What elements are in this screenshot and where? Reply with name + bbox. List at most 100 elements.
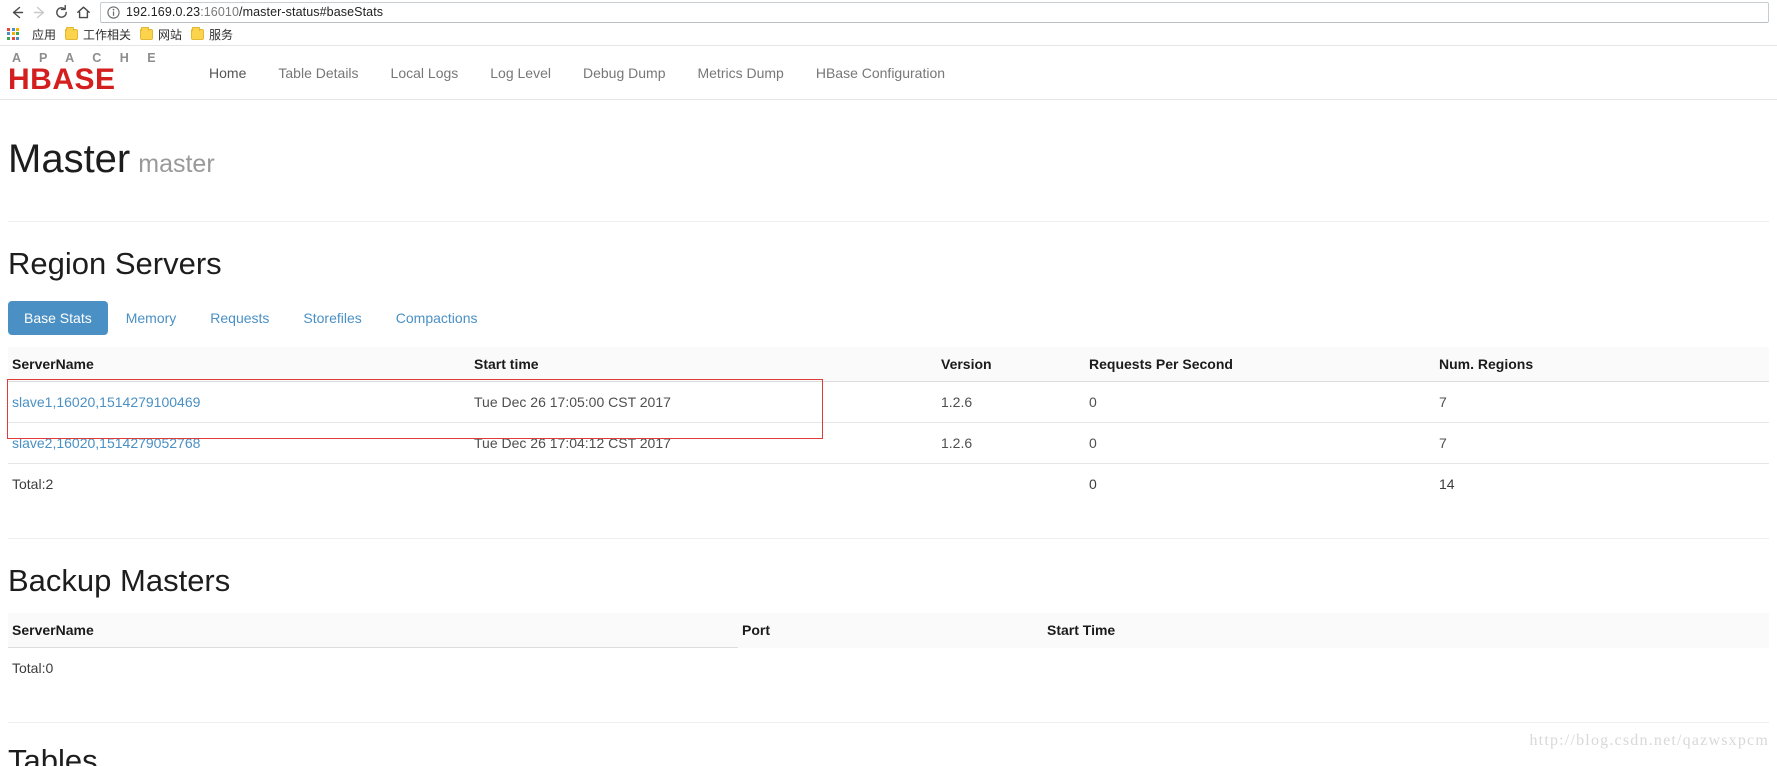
bookmark-label: 工作相关 [83,28,132,42]
cell-servername: slave2,16020,1514279052768 [8,422,470,464]
column-header-servername: ServerName [8,347,470,382]
main-container: Master master Region Servers Base Stats M… [0,136,1777,766]
tab-label[interactable]: Base Stats [8,301,108,335]
url-port: :16010 [200,5,240,19]
nav-link-label[interactable]: Metrics Dump [681,55,799,91]
home-icon[interactable] [72,1,94,23]
nav-item-hbase-configuration[interactable]: HBase Configuration [800,55,961,91]
tab-requests[interactable]: Requests [194,301,285,335]
nav-link-label[interactable]: Local Logs [375,55,475,91]
tab-label[interactable]: Memory [110,301,193,335]
page-content: A P A C H E HBASE Home Table Details Loc… [0,46,1777,766]
nav-link-label[interactable]: HBase Configuration [800,55,961,91]
watermark-text: http://blog.csdn.net/qazwsxpcm [1529,732,1769,749]
table-header-row: ServerName Port Start Time [8,613,1769,648]
page-title: Master master [8,136,1769,187]
info-circle-icon[interactable] [107,5,120,19]
cell-rps: 0 [1085,422,1435,464]
bookmark-item-services[interactable]: 服务 [189,25,240,45]
column-header-num-regions: Num. Regions [1435,347,1769,382]
cell-num-regions: 7 [1435,422,1769,464]
logo-hbase-text: HBASE [8,63,116,96]
cell-total-label: Total:0 [12,660,54,676]
table-total-row: Total:2 0 14 [8,464,1769,505]
address-bar-url: 192.169.0.23:16010/master-status#baseSta… [126,5,383,19]
bookmark-item-apps[interactable]: 应用 [30,25,63,45]
tab-memory[interactable]: Memory [110,301,193,335]
cell-empty-port [738,648,1043,689]
cell-start-time: Tue Dec 26 17:05:00 CST 2017 [470,381,937,423]
nav-link-label[interactable]: Table Details [262,55,374,91]
browser-chrome: 192.169.0.23:16010/master-status#baseSta… [0,0,1777,46]
cell-start-time: Tue Dec 26 17:04:12 CST 2017 [470,422,937,464]
browser-toolbar: 192.169.0.23:16010/master-status#baseSta… [0,0,1777,24]
tab-base-stats[interactable]: Base Stats [8,301,108,335]
server-link[interactable]: slave1,16020,1514279100469 [12,394,200,410]
table-total-row: Total:0 [8,648,1769,689]
url-path: /master-status#baseStats [239,5,384,19]
cell-rps: 0 [1085,381,1435,423]
table-header-row: ServerName Start time Version Requests P… [8,347,1769,382]
bookmark-label: 应用 [32,28,57,42]
nav-link-label[interactable]: Debug Dump [567,55,682,91]
tab-label[interactable]: Compactions [380,301,494,335]
cell-num-regions: 7 [1435,381,1769,423]
table-row: slave1,16020,1514279100469 Tue Dec 26 17… [8,381,1769,423]
tab-label[interactable]: Requests [194,301,285,335]
table-head: ServerName Port Start Time [8,613,1769,648]
folder-icon [191,27,205,40]
nav-item-log-level[interactable]: Log Level [474,55,567,91]
server-link[interactable]: slave2,16020,1514279052768 [12,435,200,451]
column-header-start-time: Start Time [1043,613,1769,648]
bookmark-item-work[interactable]: 工作相关 [63,25,138,45]
page-subtitle-text: master [138,150,215,178]
bookmark-item-sites[interactable]: 网站 [138,25,189,45]
url-host: 192.169.0.23 [126,5,201,19]
apps-grid-icon[interactable] [7,27,21,42]
nav-item-table-details[interactable]: Table Details [262,55,374,91]
bookmark-label: 网站 [158,28,183,42]
cell-total-label: Total:2 [12,476,54,492]
backup-masters-table: ServerName Port Start Time Total:0 [8,613,1769,688]
cell-servername: slave1,16020,1514279100469 [8,381,470,423]
back-arrow-icon[interactable] [6,1,28,23]
nav-item-debug-dump[interactable]: Debug Dump [567,55,682,91]
region-servers-table: ServerName Start time Version Requests P… [8,347,1769,504]
cell-total-version [937,464,1085,505]
tab-compactions[interactable]: Compactions [380,301,494,335]
cell-total-start-time [470,464,937,505]
table-body: slave1,16020,1514279100469 Tue Dec 26 17… [8,381,1769,505]
tab-storefiles[interactable]: Storefiles [287,301,377,335]
folder-icon [65,27,79,40]
column-header-rps: Requests Per Second [1085,347,1435,382]
cell-empty-start-time [1043,648,1769,689]
cell-version: 1.2.6 [937,381,1085,423]
nav-link-label[interactable]: Home [193,55,262,91]
nav-item-home[interactable]: Home [193,55,262,91]
forward-arrow-icon[interactable] [28,1,50,23]
section-divider [8,538,1769,539]
column-header-port: Port [738,613,1043,648]
column-header-start-time: Start time [470,347,937,382]
column-header-version: Version [937,347,1085,382]
hbase-nav-links: Home Table Details Local Logs Log Level … [193,55,961,91]
folder-icon [140,27,154,40]
nav-link-label[interactable]: Log Level [474,55,567,91]
section-divider [8,722,1769,723]
bookmarks-bar: 应用 工作相关 网站 服务 [0,24,1777,46]
table-body: Total:0 [8,648,1769,689]
table-head: ServerName Start time Version Requests P… [8,347,1769,382]
hbase-logo[interactable]: A P A C H E HBASE [8,52,163,95]
cell-total-rps: 0 [1089,476,1097,492]
address-bar[interactable]: 192.169.0.23:16010/master-status#baseSta… [100,1,1769,23]
table-row: slave2,16020,1514279052768 Tue Dec 26 17… [8,422,1769,464]
nav-item-local-logs[interactable]: Local Logs [375,55,475,91]
column-header-servername: ServerName [8,613,738,648]
tables-heading: Tables [8,743,98,766]
cell-total-num-regions: 14 [1439,476,1455,492]
reload-icon[interactable] [50,1,72,23]
section-divider [8,221,1769,222]
nav-item-metrics-dump[interactable]: Metrics Dump [681,55,799,91]
tab-label[interactable]: Storefiles [287,301,377,335]
backup-masters-heading: Backup Masters [8,563,231,598]
